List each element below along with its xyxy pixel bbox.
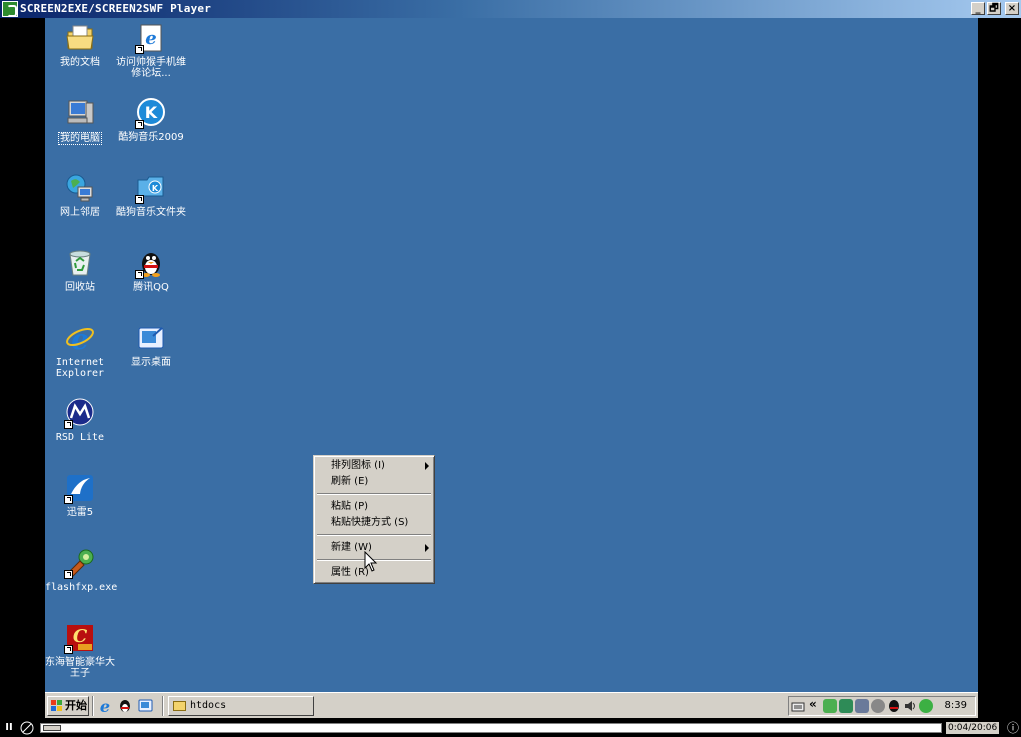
qq-penguin-icon [135, 247, 167, 279]
taskbar-task-htdocs[interactable]: htdocs [168, 696, 314, 716]
desktop-icon-thunder[interactable]: 迅雷5 [44, 472, 116, 518]
seek-thumb[interactable] [43, 725, 61, 731]
desktop-icon-donghai[interactable]: C 东海智能豪华大王子 [44, 622, 116, 679]
app-logo-icon [2, 1, 18, 17]
desktop-icon-my-computer[interactable]: 我的电脑 [44, 97, 116, 145]
desktop-icon-recycle-bin[interactable]: 回收站 [44, 247, 116, 293]
qq-tray-icon[interactable] [887, 699, 901, 713]
shortcut-arrow-icon [64, 495, 73, 504]
menu-separator [317, 493, 431, 495]
shortcut-arrow-icon [64, 420, 73, 429]
desktop-icon-network[interactable]: 网上邻居 [44, 172, 116, 218]
time-display: 0:04/20:06 [946, 722, 1000, 734]
desktop-icon-rsd-lite[interactable]: RSD Lite [44, 397, 116, 443]
shortcut-arrow-icon [135, 270, 144, 279]
quick-launch-qq-icon[interactable] [117, 697, 134, 714]
player-controls: II 0:04/20:06 ⓘ [0, 719, 1021, 737]
my-documents-icon [64, 22, 96, 54]
desktop-icon-qq[interactable]: 腾讯QQ [115, 247, 187, 293]
taskbar-divider [162, 696, 164, 716]
desktop-icon-internet-explorer[interactable]: e Internet Explorer [44, 322, 116, 379]
minimize-button[interactable]: _ [971, 2, 985, 15]
desktop[interactable]: 我的文档 我的电脑 网上邻居 回收站 e Internet Explorer R… [45, 18, 978, 692]
restore-button[interactable]: 🗗 [987, 2, 1001, 15]
taskbar-divider [92, 696, 94, 716]
shortcut-arrow-icon [64, 645, 73, 654]
menu-item-paste[interactable]: 粘贴 (P) [331, 500, 431, 514]
menu-item-arrange-icons[interactable]: 排列图标 (I) [331, 459, 431, 473]
shield-icon[interactable] [871, 699, 885, 713]
shortcut-arrow-icon [64, 570, 73, 579]
mouse-cursor-icon [364, 551, 378, 572]
svg-text:K: K [152, 184, 159, 193]
desktop-icon-flashfxp[interactable]: flashfxp.exe [44, 547, 117, 593]
seek-bar[interactable] [40, 723, 942, 733]
thunder-icon [64, 472, 96, 504]
player-title-bar[interactable]: SCREEN2EXE/SCREEN2SWF Player _ 🗗 × [0, 0, 1021, 18]
svg-text:K: K [145, 103, 158, 122]
kugou-folder-icon: K [135, 172, 167, 204]
desktop-icon-my-documents[interactable]: 我的文档 [44, 22, 116, 68]
menu-item-new[interactable]: 新建 (W) [331, 541, 431, 555]
menu-item-properties[interactable]: 属性 (R) [331, 566, 431, 580]
shortcut-arrow-icon [135, 45, 144, 54]
quick-launch-show-desktop-icon[interactable] [137, 697, 154, 714]
flashfxp-icon [64, 547, 96, 579]
expand-chevron-icon[interactable]: « [809, 697, 823, 711]
submenu-arrow-icon [425, 544, 429, 552]
recycle-bin-icon [64, 247, 96, 279]
system-tray: « 8:39 [788, 696, 976, 716]
menu-separator [317, 534, 431, 536]
shortcut-arrow-icon [135, 120, 144, 129]
ie-icon: e [64, 322, 96, 354]
svg-text:C: C [73, 626, 88, 647]
taskbar: 开始 e htdocs « 8:39 [45, 692, 978, 718]
svg-text:e: e [145, 28, 156, 49]
show-desktop-icon [135, 322, 167, 354]
folder-icon [173, 701, 186, 711]
info-icon[interactable]: ⓘ [1006, 721, 1020, 735]
app-tray-icon[interactable] [855, 699, 869, 713]
donghai-icon: C [64, 622, 96, 654]
close-button[interactable]: × [1005, 2, 1019, 15]
menu-item-refresh[interactable]: 刷新 (E) [331, 475, 431, 489]
svg-text:e: e [100, 697, 110, 714]
shortcut-arrow-icon [135, 195, 144, 204]
start-button[interactable]: 开始 [47, 696, 89, 716]
desktop-icon-forum-shortcut[interactable]: e 访问帅猴手机维修论坛... [115, 22, 187, 79]
pause-button[interactable]: II [2, 721, 16, 735]
keyboard-icon[interactable] [791, 699, 805, 713]
network-tray-icon[interactable] [823, 699, 837, 713]
desktop-icon-show-desktop[interactable]: 显示桌面 [115, 322, 187, 368]
network-icon [64, 172, 96, 204]
desktop-icon-kugou-folder[interactable]: K 酷狗音乐文件夹 [115, 172, 187, 218]
ie-shortcut-icon: e [135, 22, 167, 54]
volume-icon[interactable] [903, 699, 917, 713]
menu-item-paste-shortcut[interactable]: 粘贴快捷方式 (S) [331, 516, 431, 530]
motorola-icon [64, 397, 96, 429]
app-tray-icon[interactable] [839, 699, 853, 713]
submenu-arrow-icon [425, 462, 429, 470]
kugou-icon: K [135, 97, 167, 129]
window-title: SCREEN2EXE/SCREEN2SWF Player [20, 2, 212, 15]
clock: 8:39 [944, 700, 967, 711]
my-computer-icon [64, 97, 96, 129]
desktop-icon-kugou[interactable]: K 酷狗音乐2009 [115, 97, 187, 143]
windows-flag-icon [51, 700, 62, 711]
svg-text:e: e [71, 323, 89, 354]
mute-icon[interactable] [20, 721, 34, 735]
update-icon[interactable] [919, 699, 933, 713]
quick-launch-ie-icon[interactable]: e [97, 697, 114, 714]
